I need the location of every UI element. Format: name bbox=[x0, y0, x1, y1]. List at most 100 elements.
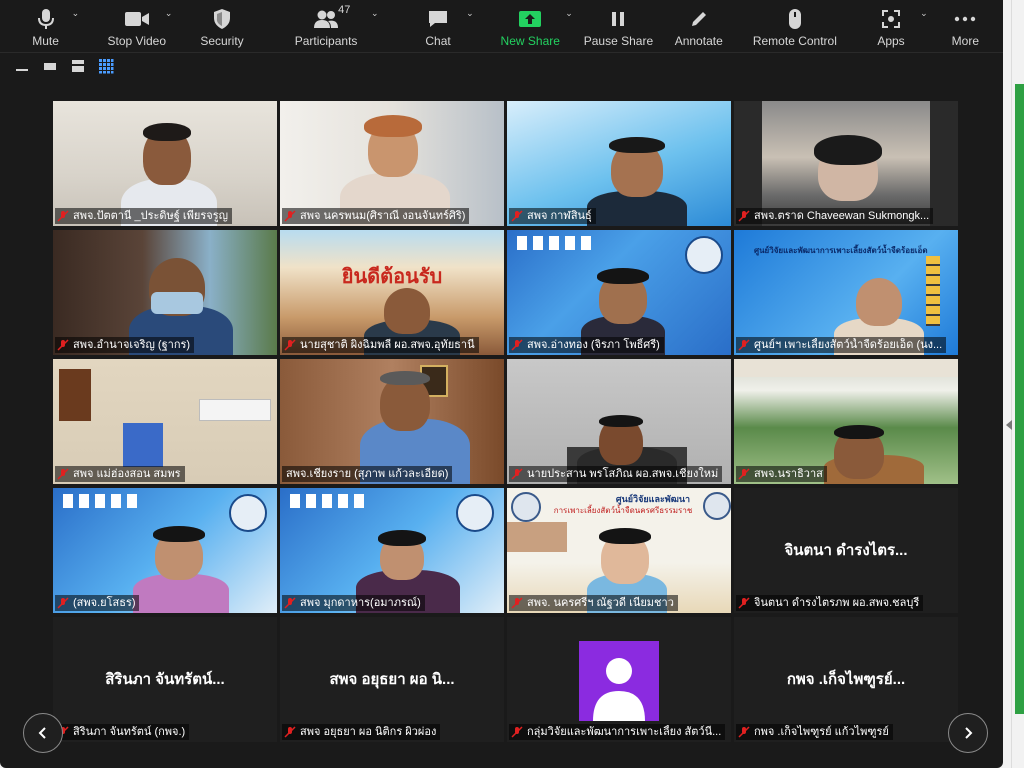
muted-microphone-icon bbox=[738, 210, 750, 222]
logo-seal bbox=[229, 494, 267, 532]
remote-control-button[interactable]: Remote Control bbox=[735, 0, 854, 52]
video-tile[interactable]: สพจ มุกดาหาร(อมาภรณ์) bbox=[280, 488, 504, 613]
share-screen-icon bbox=[516, 6, 544, 32]
participant-nameplate: ศูนย์ฯ เพาะเลี้ยงสัตว์น้ำจืดร้อยเอ็ด (นง… bbox=[736, 337, 947, 353]
participant-nameplate: นายสุชาติ ผิงฉิมพลี ผอ.สพจ.อุทัยธานี bbox=[282, 337, 479, 353]
video-tile[interactable]: สพจ.นราธิวาส bbox=[734, 359, 958, 484]
muted-microphone-icon bbox=[738, 597, 750, 609]
participant-nameplate: สพจ มุกดาหาร(อมาภรณ์) bbox=[282, 595, 425, 611]
video-tile-camera-off[interactable]: กพจ .เก็จไพฑูรย์... กพจ .เก็จไพฑูรย์ แก้… bbox=[734, 617, 958, 742]
participant-name: สพจ อยุธยา ผอ นิติกร ผิวผ่อง bbox=[300, 726, 437, 738]
video-tile[interactable]: ศูนย์วิจัยและพัฒนา การเพาะเลี้ยงสัตว์น้ำ… bbox=[507, 488, 731, 613]
participant-name: สพจ.นราธิวาส bbox=[754, 468, 823, 480]
participant-display-name: สพจ อยุธยา ผอ นิ... bbox=[329, 671, 455, 688]
muted-microphone-icon bbox=[57, 339, 69, 351]
participants-label: Participants bbox=[294, 34, 358, 48]
speaker-strip-view-icon[interactable] bbox=[70, 59, 86, 73]
microphone-icon bbox=[32, 6, 60, 32]
center-banner: ศูนย์วิจัยและพัฒนาการเพาะเลี้ยงสัตว์น้ำจ… bbox=[754, 246, 928, 255]
muted-microphone-icon bbox=[284, 339, 296, 351]
pause-share-label: Pause Share bbox=[583, 34, 654, 48]
participants-button[interactable]: 47 Participants ⌄ bbox=[262, 0, 391, 52]
participant-name: สพจ.ตราด Chaveewan Sukmongk... bbox=[754, 210, 930, 222]
participant-name: สพจ.อ่างทอง (จิรภา โพธิ์ศรี) bbox=[527, 339, 660, 351]
video-tile-camera-off[interactable]: สพจ อยุธยา ผอ นิ... สพจ อยุธยา ผอ นิติกร… bbox=[280, 617, 504, 742]
chevron-right-icon bbox=[965, 727, 973, 739]
muted-microphone-icon bbox=[511, 726, 523, 738]
video-tile[interactable]: (สพจ.ยโสธร) bbox=[53, 488, 277, 613]
previous-page-button[interactable] bbox=[23, 713, 63, 753]
participant-name: สพจ.อำนาจเจริญ (ฐากร) bbox=[73, 339, 191, 351]
muted-microphone-icon bbox=[511, 210, 523, 222]
video-tile[interactable]: สพจ แม่ฮ่องสอน สมพร bbox=[53, 359, 277, 484]
video-tile[interactable]: นายประสาน พรโสภิณ ผอ.สพจ.เชียงใหม่ bbox=[507, 359, 731, 484]
chevron-down-icon[interactable]: ⌄ bbox=[466, 8, 474, 19]
more-button[interactable]: More bbox=[928, 0, 1003, 52]
chat-label: Chat bbox=[425, 34, 451, 48]
participant-name: สพจ แม่ฮ่องสอน สมพร bbox=[73, 468, 181, 480]
minimize-view-icon[interactable] bbox=[14, 59, 30, 73]
participant-nameplate: สพจ นครพนม(ศิราณี งอนจันทร์ศิริ) bbox=[282, 208, 470, 224]
banner-subtitle: การเพาะเลี้ยงสัตว์น้ำจืดนครศรีธรรมราช bbox=[553, 506, 693, 515]
pencil-icon bbox=[685, 6, 713, 32]
participant-nameplate: สพจ.อำนาจเจริญ (ฐากร) bbox=[55, 337, 195, 353]
mute-label: Mute bbox=[32, 34, 59, 48]
chat-button[interactable]: Chat ⌄ bbox=[391, 0, 486, 52]
participant-nameplate: สพจ. นครศรีฯ ณัฐวดี เนี่ยมชาว bbox=[509, 595, 678, 611]
stop-video-button[interactable]: Stop Video ⌄ bbox=[91, 0, 182, 52]
muted-microphone-icon bbox=[738, 339, 750, 351]
video-tile[interactable]: ศูนย์วิจัยและพัฒนาการเพาะเลี้ยงสัตว์น้ำจ… bbox=[734, 230, 958, 355]
video-tile[interactable]: สพจ.อ่างทอง (จิรภา โพธิ์ศรี) bbox=[507, 230, 731, 355]
apps-button[interactable]: Apps ⌄ bbox=[854, 0, 927, 52]
video-tile-camera-off[interactable]: จินตนา ดำรงไตร... จินตนา ดำรงไตรภพ ผอ.สพ… bbox=[734, 488, 958, 613]
chevron-down-icon[interactable]: ⌄ bbox=[165, 8, 173, 19]
participant-nameplate: สพจ กาฬสินธุ์ bbox=[509, 208, 596, 224]
security-label: Security bbox=[200, 34, 244, 48]
video-tile[interactable]: สพจ กาฬสินธุ์ bbox=[507, 101, 731, 226]
participant-nameplate: นายประสาน พรโสภิณ ผอ.สพจ.เชียงใหม่ bbox=[509, 466, 723, 482]
muted-microphone-icon bbox=[511, 597, 523, 609]
video-tile-camera-off[interactable]: สิรินภา จันทรัตน์... สิรินภา จันทรัตน์ (… bbox=[53, 617, 277, 742]
video-tile[interactable]: สพจ.ปัตตานี _ประดิษฐ์ เพียรจรูญ bbox=[53, 101, 277, 226]
participant-name: สพจ. นครศรีฯ ณัฐวดี เนี่ยมชาว bbox=[527, 597, 674, 609]
side-panel-toggle-icon[interactable] bbox=[1004, 418, 1014, 430]
video-tile[interactable]: สพจ นครพนม(ศิราณี งอนจันทร์ศิริ) bbox=[280, 101, 504, 226]
participant-nameplate: สพจ.ตราด Chaveewan Sukmongk... bbox=[736, 208, 934, 224]
video-tile-camera-off[interactable]: กลุ่มวิจัยและพัฒนาการเพาะเลี้ยง สัตว์นี่… bbox=[507, 617, 731, 742]
more-label: More bbox=[951, 34, 980, 48]
mute-button[interactable]: Mute ⌄ bbox=[0, 0, 91, 52]
chevron-down-icon[interactable]: ⌄ bbox=[920, 8, 928, 19]
participant-name: สพจ มุกดาหาร(อมาภรณ์) bbox=[300, 597, 421, 609]
next-page-button[interactable] bbox=[948, 713, 988, 753]
participant-nameplate: สพจ แม่ฮ่องสอน สมพร bbox=[55, 466, 185, 482]
logo-seal bbox=[685, 236, 723, 274]
share-border-indicator bbox=[1015, 84, 1024, 714]
muted-microphone-icon bbox=[284, 726, 296, 738]
new-share-button[interactable]: New Share ⌄ bbox=[486, 0, 575, 52]
logo-seal bbox=[703, 492, 731, 520]
gallery-view-icon[interactable] bbox=[98, 59, 114, 74]
chevron-down-icon[interactable]: ⌄ bbox=[565, 8, 573, 19]
video-camera-icon bbox=[123, 6, 151, 32]
security-button[interactable]: Security bbox=[182, 0, 261, 52]
user-avatar-icon bbox=[593, 658, 645, 721]
participant-name: นายสุชาติ ผิงฉิมพลี ผอ.สพจ.อุทัยธานี bbox=[300, 339, 475, 351]
pause-share-button[interactable]: Pause Share bbox=[575, 0, 662, 52]
chevron-down-icon[interactable]: ⌄ bbox=[72, 8, 80, 19]
participant-name: กพจ .เก็จไพฑูรย์ แก้วไพฑูรย์ bbox=[754, 726, 889, 738]
participant-name: ศูนย์ฯ เพาะเลี้ยงสัตว์น้ำจืดร้อยเอ็ด (นง… bbox=[754, 339, 943, 351]
single-speaker-view-icon[interactable] bbox=[42, 59, 58, 73]
video-tile[interactable]: สพจ.อำนาจเจริญ (ฐากร) bbox=[53, 230, 277, 355]
participant-display-name: สิรินภา จันทรัตน์... bbox=[105, 671, 225, 688]
desktop-divider bbox=[1011, 0, 1012, 768]
participant-name: สพจ.ปัตตานี _ประดิษฐ์ เพียรจรูญ bbox=[73, 210, 229, 222]
video-tile[interactable]: ยินดีต้อนรับ นายสุชาติ ผิงฉิมพลี ผอ.สพจ.… bbox=[280, 230, 504, 355]
participant-name: นายประสาน พรโสภิณ ผอ.สพจ.เชียงใหม่ bbox=[527, 468, 719, 480]
video-tile[interactable]: สพจ.ตราด Chaveewan Sukmongk... bbox=[734, 101, 958, 226]
video-tile-active-speaker[interactable]: สพจ.เชียงราย (สุภาพ แก้วละเอียด) bbox=[280, 359, 504, 484]
participant-nameplate: (สพจ.ยโสธร) bbox=[55, 595, 140, 611]
annotate-button[interactable]: Annotate bbox=[662, 0, 735, 52]
chevron-down-icon[interactable]: ⌄ bbox=[371, 8, 379, 19]
participant-nameplate: สพจ.ปัตตานี _ประดิษฐ์ เพียรจรูญ bbox=[55, 208, 233, 224]
welcome-banner: ยินดีต้อนรับ bbox=[341, 266, 443, 288]
